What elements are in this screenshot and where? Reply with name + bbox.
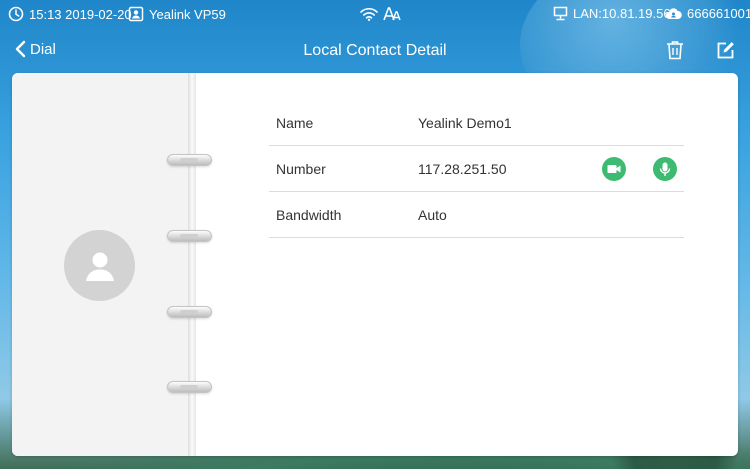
edit-icon <box>717 41 734 58</box>
page-title: Local Contact Detail <box>303 42 447 59</box>
trash-icon <box>667 41 683 60</box>
video-call-icon <box>607 165 621 173</box>
avatar <box>64 230 135 301</box>
person-icon <box>85 252 114 281</box>
status-wifi <box>360 6 401 22</box>
detail-value: Auto <box>418 206 447 223</box>
title-bar: Dial Local Contact Detail <box>0 32 750 70</box>
status-lan: LAN:10.81.19.56 <box>553 6 671 21</box>
account-number-text: 666661001 <box>687 6 750 21</box>
contact-details-list: Name Yealink Demo1 Number 117.28.251.50 … <box>269 100 684 238</box>
wifi-icon <box>360 8 378 21</box>
detail-row-number: Number 117.28.251.50 <box>269 146 684 192</box>
time-date-text: 15:13 2019-02-20 <box>29 6 132 22</box>
clock-icon <box>8 6 24 22</box>
status-device: Yealink VP59 <box>128 6 226 22</box>
detail-label: Bandwidth <box>276 206 342 223</box>
back-button[interactable]: Dial <box>14 40 56 58</box>
back-label: Dial <box>30 40 56 58</box>
status-time: 15:13 2019-02-20 <box>8 6 132 22</box>
lan-address-text: LAN:10.81.19.56 <box>573 6 671 21</box>
chevron-left-icon <box>15 40 26 58</box>
detail-value: Yealink Demo1 <box>418 114 512 131</box>
audio-call-button[interactable] <box>653 157 677 181</box>
detail-row-bandwidth: Bandwidth Auto <box>269 192 684 238</box>
audio-call-icon <box>659 162 671 176</box>
avatar-panel <box>12 73 188 456</box>
notebook-spine <box>188 73 196 456</box>
font-size-icon <box>383 7 401 21</box>
status-bar: 15:13 2019-02-20 Yealink VP59 LAN:10.81.… <box>0 0 750 30</box>
video-call-button[interactable] <box>602 157 626 181</box>
binder-ring <box>167 154 212 166</box>
detail-label: Name <box>276 114 314 131</box>
delete-button[interactable] <box>664 39 686 61</box>
binder-ring <box>167 230 212 242</box>
detail-label: Number <box>276 160 326 177</box>
status-account: 666661001 <box>665 6 750 21</box>
device-name-text: Yealink VP59 <box>149 6 226 22</box>
detail-row-name: Name Yealink Demo1 <box>269 100 684 146</box>
lan-monitor-icon <box>553 6 568 21</box>
cloud-account-icon <box>665 8 682 20</box>
binder-ring <box>167 381 212 393</box>
edit-button[interactable] <box>714 39 736 61</box>
detail-value: 117.28.251.50 <box>418 160 507 177</box>
contact-card-icon <box>128 6 144 22</box>
binder-ring <box>167 306 212 318</box>
contact-detail-card: Name Yealink Demo1 Number 117.28.251.50 … <box>12 73 738 456</box>
